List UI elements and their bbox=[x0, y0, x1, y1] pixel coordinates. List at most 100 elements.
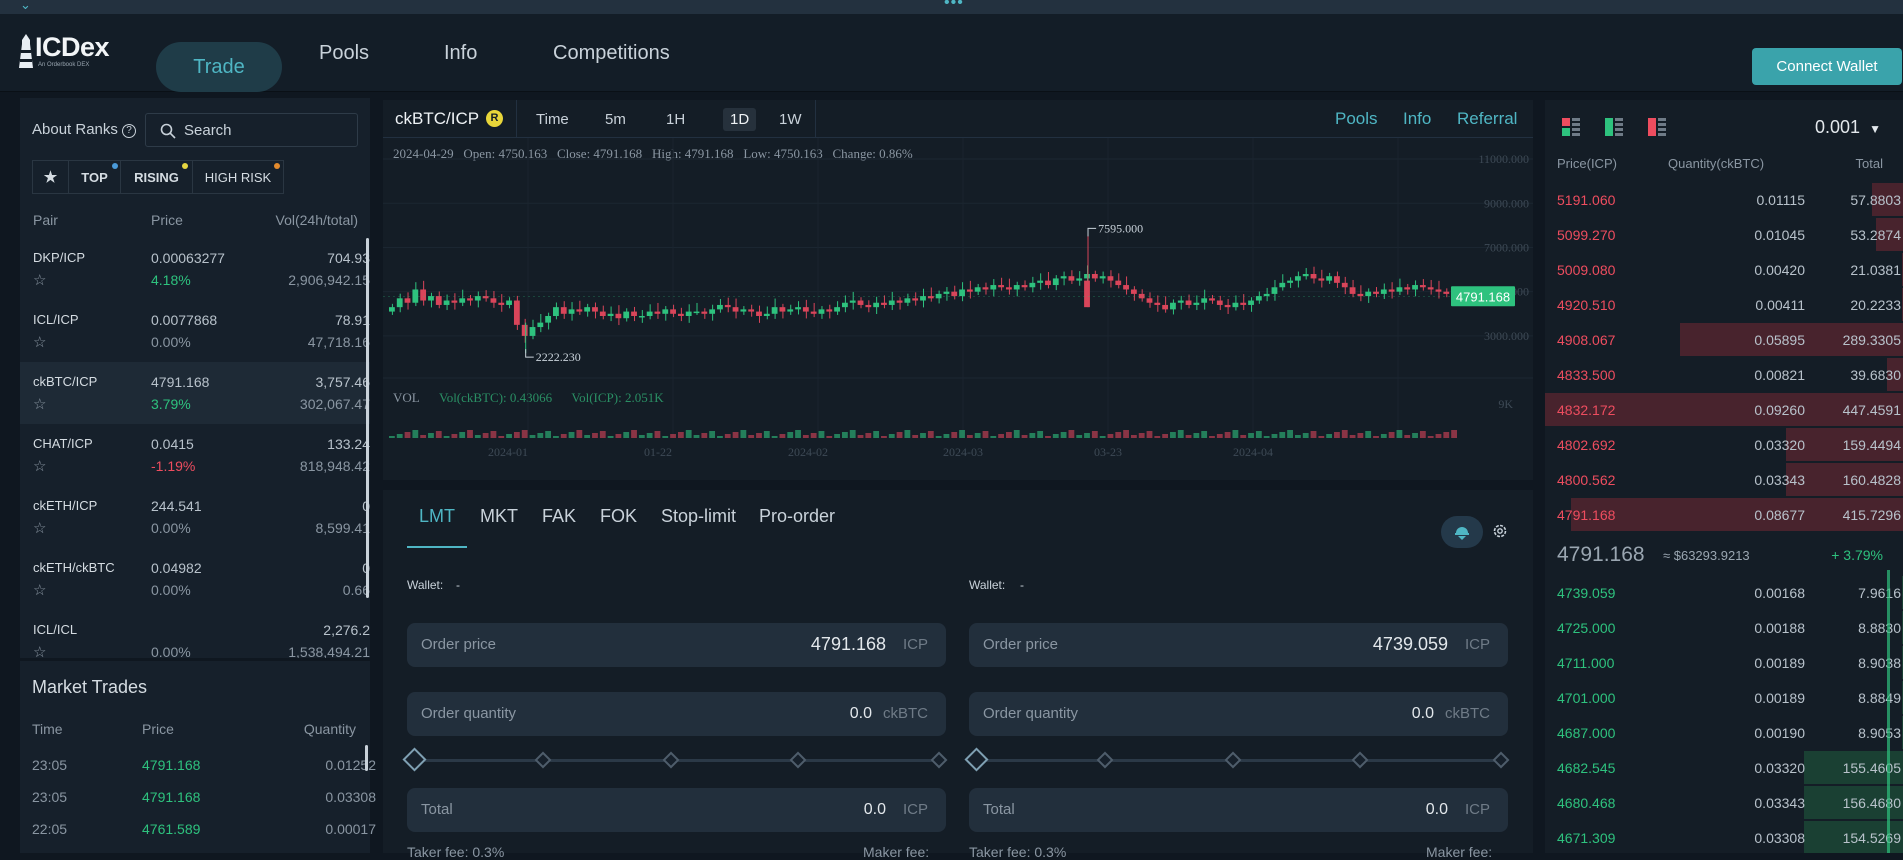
scrollbar[interactable] bbox=[366, 238, 369, 598]
pair-row[interactable]: ckETH/ckBTC☆0.049820.00%00.66 bbox=[20, 548, 370, 610]
ask-price: 4832.172 bbox=[1557, 402, 1616, 418]
volume-bar bbox=[1224, 432, 1231, 438]
pair-row[interactable]: ICL/ICL ☆ 0.00% 2,276.2 1,538,494.21 bbox=[20, 610, 370, 658]
slider-step-50[interactable] bbox=[662, 751, 680, 769]
favorite-star-icon[interactable]: ☆ bbox=[33, 519, 46, 537]
bid-row[interactable]: 4680.468 0.03343 156.4680 bbox=[1545, 785, 1903, 820]
favorite-star-icon[interactable]: ☆ bbox=[33, 457, 46, 475]
order-type-stop-limit[interactable]: Stop-limit bbox=[661, 506, 736, 527]
order-type-fok[interactable]: FOK bbox=[600, 506, 637, 527]
order-type-fak[interactable]: FAK bbox=[542, 506, 576, 527]
bid-row[interactable]: 4711.000 0.00189 8.9038 bbox=[1545, 645, 1903, 680]
bid-row[interactable]: 4682.545 0.03320 155.4605 bbox=[1545, 750, 1903, 785]
pair-row[interactable]: ICL/ICP ☆ 0.0077868 0.00% 78.91 47,718.16 bbox=[20, 300, 370, 362]
favorite-star-icon[interactable]: ☆ bbox=[33, 333, 46, 351]
buy-total-field[interactable]: Total 0.0 ICP bbox=[407, 788, 946, 832]
logo[interactable]: ICDex An Orderbook DEX bbox=[16, 32, 126, 72]
ask-row[interactable]: 5009.080 0.00420 21.0381 bbox=[1545, 252, 1903, 287]
favorite-star-icon[interactable]: ☆ bbox=[33, 271, 46, 289]
sell-order-price-field[interactable]: Order price 4739.059 ICP bbox=[969, 623, 1508, 667]
bid-row[interactable]: 4701.000 0.00189 8.8849 bbox=[1545, 680, 1903, 715]
chart-panel: ckBTC/ICP R Time 5m 1H 1D 1W Pools Info … bbox=[383, 100, 1533, 480]
slider-handle[interactable] bbox=[964, 747, 989, 772]
pair-row[interactable]: ckETH/ICP☆244.5410.00%08,599.41 bbox=[20, 486, 370, 548]
collapse-chevron-icon[interactable]: ⌄ bbox=[20, 0, 31, 13]
ask-row[interactable]: 4791.168 0.08677 415.7296 bbox=[1545, 497, 1903, 532]
sell-order-quantity-field[interactable]: Order quantity 0.0 ckBTC bbox=[969, 692, 1508, 736]
scrollbar[interactable] bbox=[365, 745, 368, 771]
favorites-tab[interactable]: ★ bbox=[33, 161, 69, 193]
candle-body bbox=[1123, 285, 1129, 290]
pair-row[interactable]: CHAT/ICP ☆ 0.0415 -1.19% 133.24 818,948.42 bbox=[20, 424, 370, 486]
bid-row[interactable]: 4687.000 0.00190 8.9053 bbox=[1545, 715, 1903, 750]
interval-1d[interactable]: 1D bbox=[723, 108, 757, 131]
volume-bar bbox=[841, 432, 848, 438]
candle-body bbox=[545, 316, 552, 323]
interval-1h[interactable]: 1H bbox=[666, 111, 685, 128]
drag-handle-icon[interactable]: ••• bbox=[944, 0, 964, 12]
ask-row[interactable]: 4908.067 0.05895 289.3305 bbox=[1545, 322, 1903, 357]
favorite-star-icon[interactable]: ☆ bbox=[33, 643, 46, 658]
filter-tab-top[interactable]: TOP bbox=[69, 161, 121, 193]
candlestick-chart[interactable]: 11000.0009000.0007000.0005000.0003000.00… bbox=[383, 138, 1533, 480]
filter-tab-rising[interactable]: RISING bbox=[121, 161, 193, 193]
favorite-star-icon[interactable]: ☆ bbox=[33, 581, 46, 599]
chart-pair-title[interactable]: ckBTC/ICP bbox=[395, 109, 479, 129]
candle-body bbox=[724, 304, 731, 308]
nav-tab-competitions[interactable]: Competitions bbox=[553, 42, 670, 65]
candle-body bbox=[709, 309, 716, 314]
ob-view-asks-icon[interactable] bbox=[1648, 118, 1666, 136]
bid-row[interactable]: 4671.309 0.03308 154.5269 bbox=[1545, 820, 1903, 853]
bid-row[interactable]: 4739.059 0.00168 7.9616 bbox=[1545, 575, 1903, 610]
order-form-panel: LMT MKT FAK FOK Stop-limit Pro-order Wal… bbox=[383, 490, 1533, 860]
nav-tab-info[interactable]: Info bbox=[444, 42, 477, 65]
connect-wallet-button[interactable]: Connect Wallet bbox=[1752, 48, 1902, 85]
order-type-lmt[interactable]: LMT bbox=[419, 506, 455, 527]
slider-step-75[interactable] bbox=[1351, 751, 1369, 769]
tools-button[interactable] bbox=[1441, 516, 1483, 548]
search-box[interactable]: Search bbox=[145, 113, 358, 147]
ask-row[interactable]: 5191.060 0.01115 57.8803 bbox=[1545, 182, 1903, 217]
favorite-star-icon[interactable]: ☆ bbox=[33, 395, 46, 413]
slider-step-100[interactable] bbox=[930, 751, 948, 769]
chart-link-pools[interactable]: Pools bbox=[1335, 109, 1378, 129]
interval-1w[interactable]: 1W bbox=[779, 111, 802, 128]
settings-gear-icon[interactable] bbox=[1491, 522, 1509, 540]
order-type-mkt[interactable]: MKT bbox=[480, 506, 518, 527]
sell-total-field[interactable]: Total 0.0 ICP bbox=[969, 788, 1508, 832]
slider-handle[interactable] bbox=[402, 747, 427, 772]
ask-row[interactable]: 5099.270 0.01045 53.2874 bbox=[1545, 217, 1903, 252]
ob-view-bids-icon[interactable] bbox=[1605, 118, 1623, 136]
scrollbar[interactable] bbox=[1887, 570, 1890, 853]
interval-time[interactable]: Time bbox=[536, 111, 569, 128]
pair-row[interactable]: ckBTC/ICP ☆ 4791.168 3.79% 3,757.46 302,067.4… bbox=[20, 362, 370, 424]
pair-row[interactable]: DKP/ICP ☆ 0.00063277 4.18% 704.93 2,906,942.1… bbox=[20, 238, 370, 300]
slider-step-25[interactable] bbox=[1096, 751, 1114, 769]
ask-row[interactable]: 4832.172 0.09260 447.4591 bbox=[1545, 392, 1903, 427]
nav-tab-pools[interactable]: Pools bbox=[319, 42, 369, 65]
ob-view-both-icon[interactable] bbox=[1562, 118, 1580, 136]
buy-order-price-field[interactable]: Order price 4791.168 ICP bbox=[407, 623, 946, 667]
slider-step-25[interactable] bbox=[534, 751, 552, 769]
x-tick-label: 03-23 bbox=[1094, 445, 1122, 459]
sell-amount-slider[interactable] bbox=[964, 747, 1513, 772]
bid-row[interactable]: 4725.000 0.00188 8.8830 bbox=[1545, 610, 1903, 645]
buy-order-quantity-field[interactable]: Order quantity 0.0 ckBTC bbox=[407, 692, 946, 736]
buy-amount-slider[interactable] bbox=[402, 747, 951, 772]
ask-row[interactable]: 4800.562 0.03343 160.4828 bbox=[1545, 462, 1903, 497]
nav-tab-trade[interactable]: Trade bbox=[156, 42, 282, 92]
about-ranks-link[interactable]: About Ranks ? bbox=[32, 121, 137, 138]
filter-tab-high-risk[interactable]: HIGH RISK bbox=[193, 161, 283, 193]
order-type-pro-order[interactable]: Pro-order bbox=[759, 506, 835, 527]
ask-row[interactable]: 4833.500 0.00821 39.6830 bbox=[1545, 357, 1903, 392]
ask-row[interactable]: 4920.510 0.00411 20.2233 bbox=[1545, 287, 1903, 322]
volume-bar bbox=[826, 436, 833, 438]
precision-select[interactable]: 0.001 ▼ bbox=[1815, 117, 1881, 138]
chart-link-referral[interactable]: Referral bbox=[1457, 109, 1517, 129]
interval-5m[interactable]: 5m bbox=[605, 111, 626, 128]
slider-step-75[interactable] bbox=[789, 751, 807, 769]
slider-step-50[interactable] bbox=[1224, 751, 1242, 769]
ask-row[interactable]: 4802.692 0.03320 159.4494 bbox=[1545, 427, 1903, 462]
slider-step-100[interactable] bbox=[1492, 751, 1510, 769]
chart-link-info[interactable]: Info bbox=[1403, 109, 1431, 129]
